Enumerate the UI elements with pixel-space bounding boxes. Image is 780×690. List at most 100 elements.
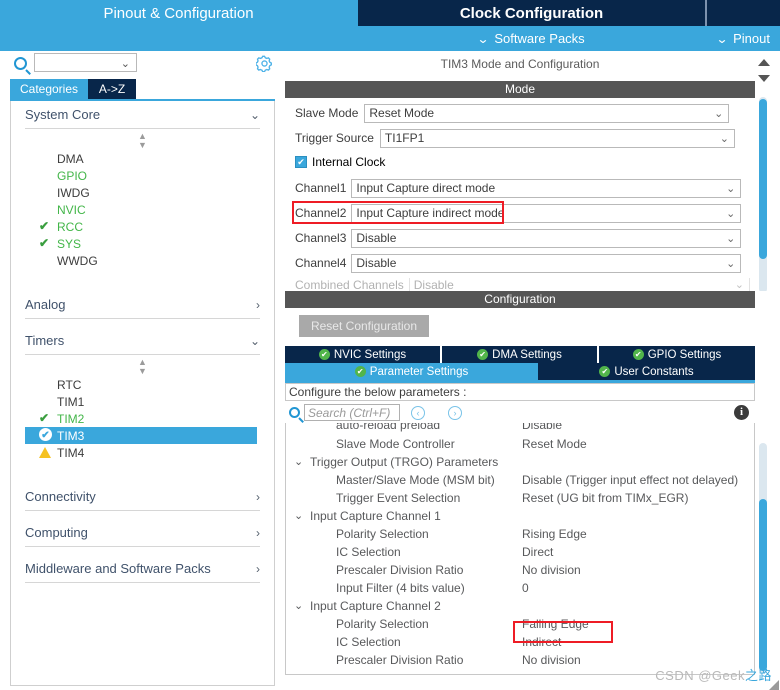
search-icon bbox=[14, 57, 27, 70]
sidebar-item-tim3[interactable]: ✔ TIM3 bbox=[25, 427, 257, 444]
combined-channels-value: Disable bbox=[413, 278, 454, 291]
scroll-spinner-icon[interactable]: ▲ ▼ bbox=[11, 132, 274, 150]
info-icon[interactable]: i bbox=[734, 405, 749, 420]
parameter-list[interactable]: auto-reload preload Disable Slave Mode C… bbox=[285, 423, 755, 675]
next-match-button[interactable]: › bbox=[448, 406, 462, 420]
sidebar-group-label: Computing bbox=[25, 525, 88, 540]
trigger-source-label: Trigger Source bbox=[295, 131, 374, 145]
tab-parameter-settings[interactable]: ✔ Parameter Settings bbox=[285, 363, 538, 380]
check-circle-icon: ✔ bbox=[318, 349, 330, 360]
parameter-value: Direct bbox=[522, 545, 554, 559]
scroll-down-arrow-icon[interactable] bbox=[758, 75, 770, 82]
checkbox-icon[interactable]: ✔ bbox=[295, 156, 307, 168]
parameter-value: Disable bbox=[522, 423, 563, 432]
previous-match-button[interactable]: ‹ bbox=[411, 406, 425, 420]
chevron-down-icon: ⌄ bbox=[249, 333, 260, 348]
parameter-row[interactable]: IC Selection Direct bbox=[286, 544, 754, 562]
internal-clock-checkbox-row[interactable]: ✔ Internal Clock bbox=[295, 155, 385, 169]
tab-clock-configuration[interactable]: Clock Configuration bbox=[358, 0, 705, 26]
search-icon bbox=[289, 407, 300, 418]
parameter-row[interactable]: Polarity Selection Rising Edge bbox=[286, 526, 754, 544]
slave-mode-select[interactable]: Reset Mode ⌄ bbox=[364, 103, 730, 123]
channel3-select[interactable]: Disable ⌄ bbox=[351, 228, 742, 248]
parameter-row[interactable]: IC Selection Indirect bbox=[286, 634, 754, 652]
parameter-name: IC Selection bbox=[336, 545, 401, 559]
scroll-spinner-icon[interactable]: ▲ ▼ bbox=[11, 358, 274, 376]
parameter-row[interactable]: Prescaler Division Ratio No division bbox=[286, 562, 754, 580]
sidebar-item-rcc[interactable]: ✔ RCC bbox=[11, 218, 274, 235]
resize-grip[interactable] bbox=[769, 679, 779, 690]
parameter-name: Polarity Selection bbox=[336, 617, 429, 631]
scroll-up-arrow-icon[interactable] bbox=[758, 59, 770, 66]
combined-channels-select[interactable]: Disable ⌄ bbox=[408, 278, 750, 291]
sidebar-item-dma[interactable]: DMA bbox=[11, 150, 274, 167]
sidebar-group-connectivity[interactable]: Connectivity › bbox=[25, 483, 260, 511]
row-channel4: Channel4 Disable ⌄ bbox=[295, 253, 750, 273]
trigger-source-select[interactable]: TI1FP1 ⌄ bbox=[379, 128, 735, 148]
parameter-value: Indirect bbox=[522, 635, 562, 649]
tab-gpio-settings[interactable]: ✔ GPIO Settings bbox=[599, 346, 755, 363]
parameter-row[interactable]: Input Filter (4 bits value) 0 bbox=[286, 580, 754, 598]
tab-dma-settings-label: DMA Settings bbox=[492, 348, 562, 361]
sidebar-group-label: Analog bbox=[25, 297, 66, 312]
sidebar-item-sys[interactable]: ✔ SYS bbox=[11, 235, 274, 252]
parameter-group-row[interactable]: ⌄ Trigger Output (TRGO) Parameters bbox=[286, 454, 754, 472]
sidebar-item-tim4[interactable]: TIM4 bbox=[11, 444, 274, 461]
parameter-search-row: Search (Ctrl+F) ‹ › i bbox=[285, 403, 755, 425]
configuration-panel: Configuration Reset Configuration ✔ NVIC… bbox=[281, 291, 774, 690]
channel3-label: Channel3 bbox=[295, 231, 347, 245]
trigger-source-value: TI1FP1 bbox=[384, 131, 425, 145]
parameter-group-row[interactable]: ⌄ Input Capture Channel 2 bbox=[286, 598, 754, 616]
check-circle-icon: ✔ bbox=[354, 366, 366, 377]
pinout-menu[interactable]: ⌄ Pinout bbox=[707, 26, 780, 51]
channel3-value: Disable bbox=[356, 231, 397, 245]
row-combined-channels: Combined Channels Disable ⌄ bbox=[295, 278, 750, 291]
channel4-select[interactable]: Disable ⌄ bbox=[351, 253, 742, 273]
mode-scrollbar-thumb[interactable] bbox=[759, 99, 767, 259]
sidebar-group-label: Connectivity bbox=[25, 489, 96, 504]
sidebar-item-rtc[interactable]: RTC bbox=[11, 376, 274, 393]
gear-icon[interactable] bbox=[256, 55, 273, 72]
tab-a-to-z[interactable]: A->Z bbox=[88, 79, 136, 99]
tab-nvic-settings[interactable]: ✔ NVIC Settings bbox=[285, 346, 440, 363]
channel2-select[interactable]: Input Capture indirect mode ⌄ bbox=[351, 203, 742, 223]
tab-categories[interactable]: Categories bbox=[10, 79, 88, 99]
sidebar-search-combo[interactable]: ⌄ bbox=[34, 53, 137, 72]
internal-clock-label: Internal Clock bbox=[312, 155, 386, 169]
sidebar-item-label: WWDG bbox=[57, 253, 98, 268]
tab-dma-settings[interactable]: ✔ DMA Settings bbox=[442, 346, 597, 363]
sidebar-item-iwdg[interactable]: IWDG bbox=[11, 184, 274, 201]
sidebar-group-analog[interactable]: Analog › bbox=[25, 291, 260, 319]
parameter-name: Polarity Selection bbox=[336, 527, 429, 541]
software-packs-menu[interactable]: ⌄ Software Packs bbox=[358, 26, 705, 51]
sidebar-item-tim1[interactable]: TIM1 bbox=[11, 393, 274, 410]
tab-user-constants[interactable]: ✔ User Constants bbox=[538, 363, 755, 380]
configuration-scrollbar-thumb[interactable] bbox=[759, 499, 767, 671]
parameter-row[interactable]: auto-reload preload Disable bbox=[286, 423, 754, 436]
parameter-row[interactable]: Polarity Selection Falling Edge bbox=[286, 616, 754, 634]
sidebar-item-label: TIM3 bbox=[57, 428, 85, 443]
sidebar-group-system-core[interactable]: System Core ⌄ bbox=[25, 101, 260, 129]
parameter-row[interactable]: Slave Mode Controller Reset Mode bbox=[286, 436, 754, 454]
parameter-group-row[interactable]: ⌄ Input Capture Channel 1 bbox=[286, 508, 754, 526]
tab-gpio-settings-label: GPIO Settings bbox=[647, 348, 722, 361]
sidebar-group-timers[interactable]: Timers ⌄ bbox=[25, 327, 260, 355]
watermark: CSDN @Geek之路 bbox=[655, 665, 772, 684]
sidebar-item-nvic[interactable]: NVIC bbox=[11, 201, 274, 218]
peripheral-tree: System Core ⌄ ▲ ▼ DMA GPIO IWDG NVIC ✔ RC… bbox=[10, 101, 275, 686]
channel2-label: Channel2 bbox=[295, 206, 347, 220]
sidebar-item-tim2[interactable]: ✔ TIM2 bbox=[11, 410, 274, 427]
chevron-right-icon: › bbox=[256, 489, 260, 504]
row-slave-mode: Slave Mode Reset Mode ⌄ bbox=[295, 103, 750, 123]
parameter-search-input[interactable]: Search (Ctrl+F) bbox=[304, 404, 400, 421]
tab-pinout-configuration[interactable]: Pinout & Configuration bbox=[0, 0, 357, 26]
sidebar-item-wwdg[interactable]: WWDG bbox=[11, 252, 274, 269]
channel1-select[interactable]: Input Capture direct mode ⌄ bbox=[351, 178, 742, 198]
sidebar-group-middleware[interactable]: Middleware and Software Packs › bbox=[25, 555, 260, 583]
parameter-row[interactable]: Master/Slave Mode (MSM bit) Disable (Tri… bbox=[286, 472, 754, 490]
sidebar-item-gpio[interactable]: GPIO bbox=[11, 167, 274, 184]
sidebar-group-computing[interactable]: Computing › bbox=[25, 519, 260, 547]
parameter-row[interactable]: Trigger Event Selection Reset (UG bit fr… bbox=[286, 490, 754, 508]
reset-configuration-button[interactable]: Reset Configuration bbox=[299, 315, 429, 337]
